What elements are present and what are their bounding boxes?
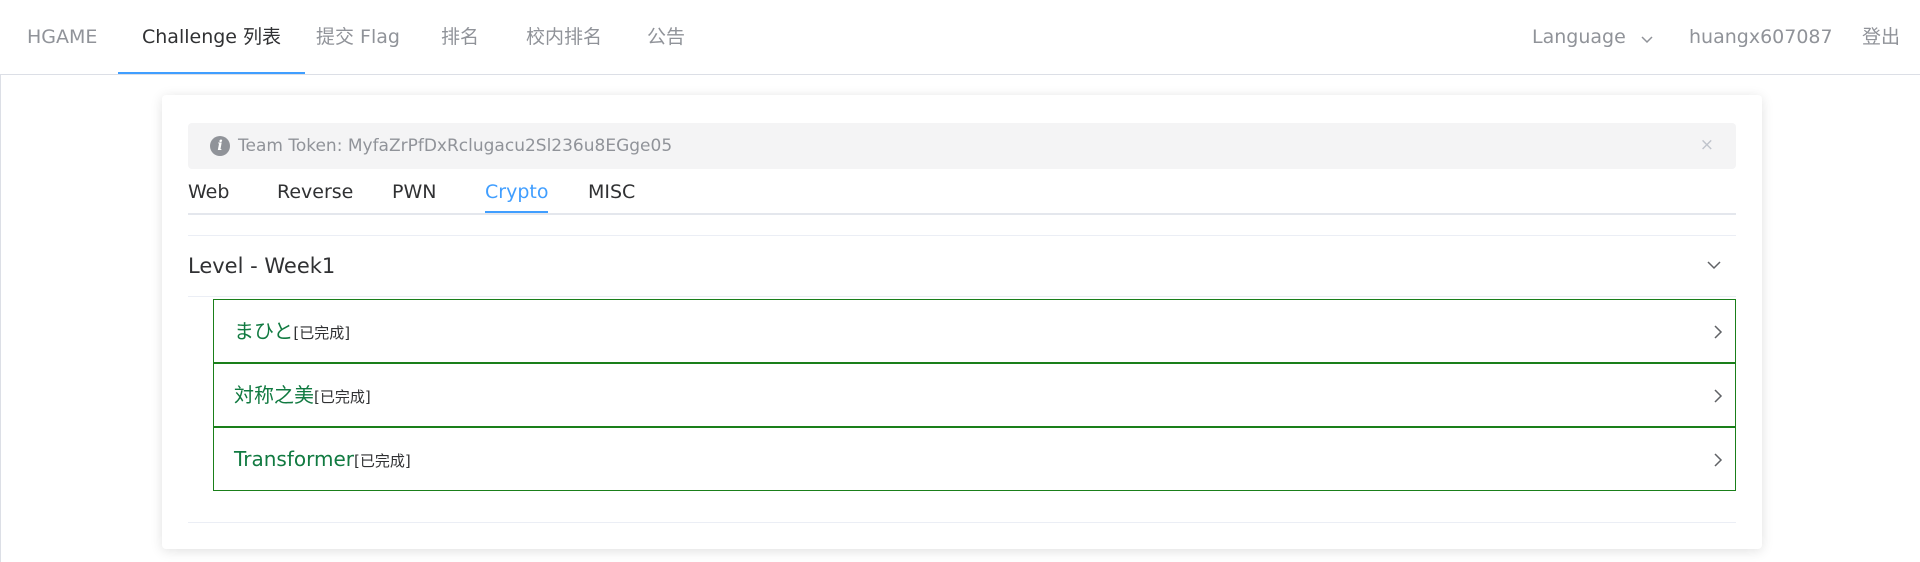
challenge-name-wrap: Transformer[已完成] [234, 428, 411, 490]
challenge-name-wrap: まひと[已完成] [234, 300, 350, 362]
challenge-status: [已完成] [293, 324, 351, 342]
language-label: Language [1532, 26, 1626, 48]
challenge-name: 対称之美 [234, 383, 314, 407]
nav-announcements[interactable]: 公告 [647, 0, 685, 74]
tab-misc[interactable]: MISC [588, 175, 635, 213]
nav-school-ranking[interactable]: 校内排名 [526, 0, 602, 74]
close-icon[interactable]: × [1700, 123, 1714, 169]
tab-crypto[interactable]: Crypto [485, 175, 549, 213]
chevron-down-icon [1640, 1, 1654, 75]
username[interactable]: huangx607087 [1689, 0, 1833, 74]
challenge-status: [已完成] [314, 388, 371, 406]
chevron-down-icon[interactable] [1706, 255, 1722, 274]
top-navigation: HGAME Challenge 列表 提交 Flag 排名 校内排名 公告 La… [0, 0, 1920, 75]
language-dropdown[interactable]: Language [1532, 0, 1654, 74]
challenge-name: Transformer [234, 447, 355, 471]
challenge-name: まひと [234, 319, 294, 343]
chevron-right-icon [1713, 388, 1723, 408]
divider [188, 235, 1736, 236]
nav-brand[interactable]: HGAME [27, 0, 97, 74]
level-title[interactable]: Level - Week1 [188, 236, 335, 296]
tab-web[interactable]: Web [188, 175, 229, 213]
chevron-right-icon [1713, 324, 1723, 344]
window-edge [0, 0, 1, 562]
nav-challenge-list[interactable]: Challenge 列表 [118, 0, 306, 74]
challenge-name-wrap: 対称之美[已完成] [234, 364, 371, 426]
category-tabs: Web Reverse PWN Crypto MISC [188, 175, 1736, 215]
nav-submit-flag[interactable]: 提交 Flag [316, 0, 400, 74]
tab-reverse[interactable]: Reverse [277, 175, 353, 213]
logout-link[interactable]: 登出 [1862, 0, 1900, 74]
team-token-text: Team Token: MyfaZrPfDxRclugacu2Sl236u8EG… [238, 136, 673, 156]
challenge-item[interactable]: 対称之美[已完成] [213, 363, 1736, 427]
info-icon: i [210, 136, 230, 156]
divider [188, 296, 1736, 297]
chevron-right-icon [1713, 452, 1723, 472]
challenge-status: [已完成] [354, 452, 411, 470]
challenge-item[interactable]: Transformer[已完成] [213, 427, 1736, 491]
challenge-list: まひと[已完成] 対称之美[已完成] Transformer[已完成] [213, 299, 1736, 491]
nav-ranking[interactable]: 排名 [441, 0, 479, 74]
challenge-item[interactable]: まひと[已完成] [213, 299, 1736, 363]
tab-pwn[interactable]: PWN [392, 175, 436, 213]
team-token-alert: i Team Token: MyfaZrPfDxRclugacu2Sl236u8… [188, 123, 1736, 169]
divider [188, 522, 1736, 523]
challenge-card: i Team Token: MyfaZrPfDxRclugacu2Sl236u8… [162, 95, 1762, 549]
